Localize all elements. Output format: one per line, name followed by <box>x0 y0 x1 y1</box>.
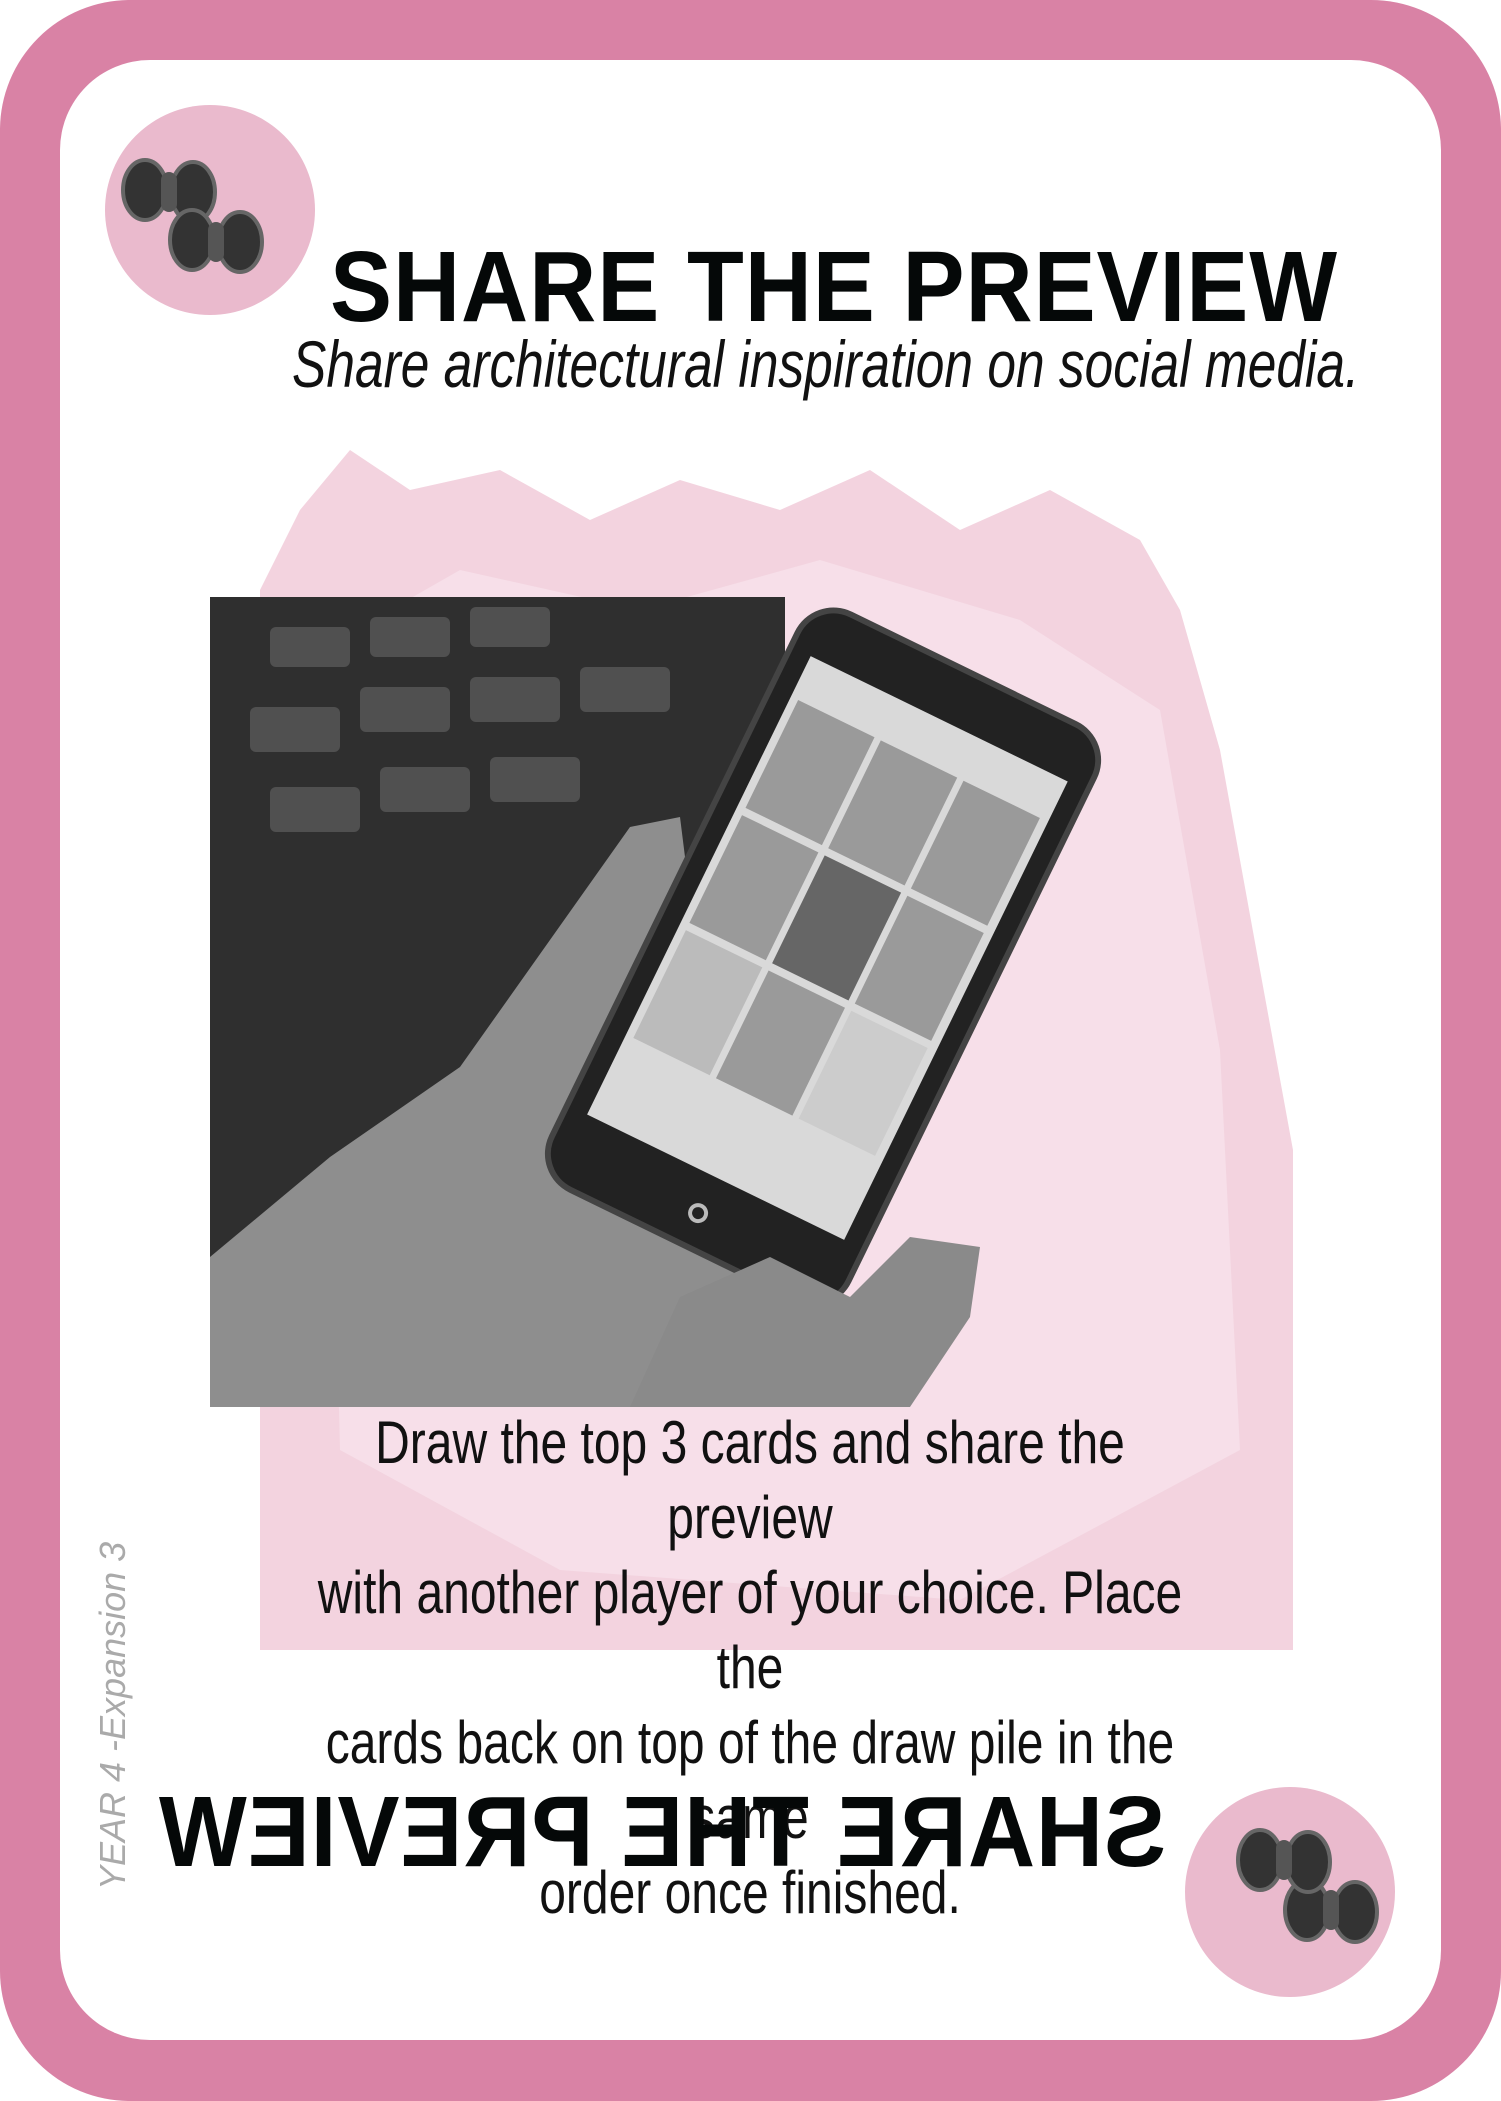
card-subtitle: Share architectural inspiration on socia… <box>292 327 1360 401</box>
phone-photo <box>210 597 1102 1407</box>
mirrored-card-title: SHARE THE PREVIEW <box>158 1776 1166 1888</box>
binoculars-icon <box>121 158 264 274</box>
binoculars-icon <box>1236 1828 1379 1944</box>
bottom-badge <box>1185 1787 1395 1997</box>
top-badge <box>105 105 315 315</box>
instruction-line: Draw the top 3 cards and share the previ… <box>375 1409 1125 1551</box>
edition-label: YEAR 4 -Expansion 3 <box>92 1541 133 1890</box>
instruction-line: with another player of your choice. Plac… <box>317 1559 1183 1701</box>
